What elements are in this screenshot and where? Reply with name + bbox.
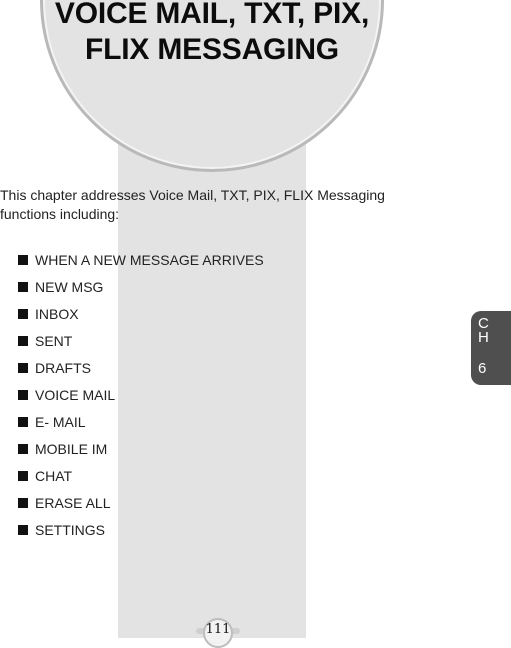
topic-label: MOBILE IM (35, 440, 108, 457)
square-bullet-icon (18, 443, 28, 454)
chapter-title-line-2: FLIX MESSAGING (85, 33, 339, 66)
chapter-title-line-1: VOICE MAIL, TXT, PIX, (54, 0, 370, 30)
topic-label: WHEN A NEW MESSAGE ARRIVES (35, 251, 264, 268)
topic-label: SETTINGS (35, 521, 106, 538)
topic-label: INBOX (35, 305, 79, 322)
topic-item: NEW MSG (18, 273, 264, 300)
topic-item: SENT (18, 327, 264, 354)
topic-item: ERASE ALL (18, 489, 264, 516)
topic-item: SETTINGS (18, 516, 264, 543)
topic-item: E- MAIL (18, 408, 264, 435)
topic-item: VOICE MAIL (18, 381, 264, 408)
chapter-title: VOICE MAIL, TXT, PIX, FLIX MESSAGING (30, 0, 394, 68)
square-bullet-icon (18, 416, 28, 427)
page-number: 111 (205, 622, 231, 637)
chapter-tab-letter-h: H (478, 329, 489, 346)
intro-paragraph: This chapter addresses Voice Mail, TXT, … (0, 187, 385, 222)
topic-list: WHEN A NEW MESSAGE ARRIVES NEW MSG INBOX… (18, 246, 264, 543)
square-bullet-icon (18, 389, 28, 400)
topic-item: CHAT (18, 462, 264, 489)
square-bullet-icon (18, 281, 28, 292)
square-bullet-icon (18, 308, 28, 319)
page-number-badge: 111 (196, 618, 240, 648)
square-bullet-icon (18, 254, 28, 265)
topic-label: VOICE MAIL (35, 386, 116, 403)
topic-item: DRAFTS (18, 354, 264, 381)
topic-item: MOBILE IM (18, 435, 264, 462)
square-bullet-icon (18, 524, 28, 535)
topic-label: ERASE ALL (35, 494, 111, 511)
square-bullet-icon (18, 335, 28, 346)
square-bullet-icon (18, 470, 28, 481)
square-bullet-icon (18, 497, 28, 508)
topic-label: NEW MSG (35, 278, 104, 295)
topic-label: SENT (35, 332, 73, 349)
square-bullet-icon (18, 362, 28, 373)
topic-item: INBOX (18, 300, 264, 327)
topic-item: WHEN A NEW MESSAGE ARRIVES (18, 246, 264, 273)
topic-label: CHAT (35, 467, 73, 484)
chapter-tab-number: 6 (478, 360, 487, 377)
topic-label: DRAFTS (35, 359, 91, 376)
chapter-tab: C H 6 (471, 311, 511, 385)
topic-label: E- MAIL (35, 413, 86, 430)
